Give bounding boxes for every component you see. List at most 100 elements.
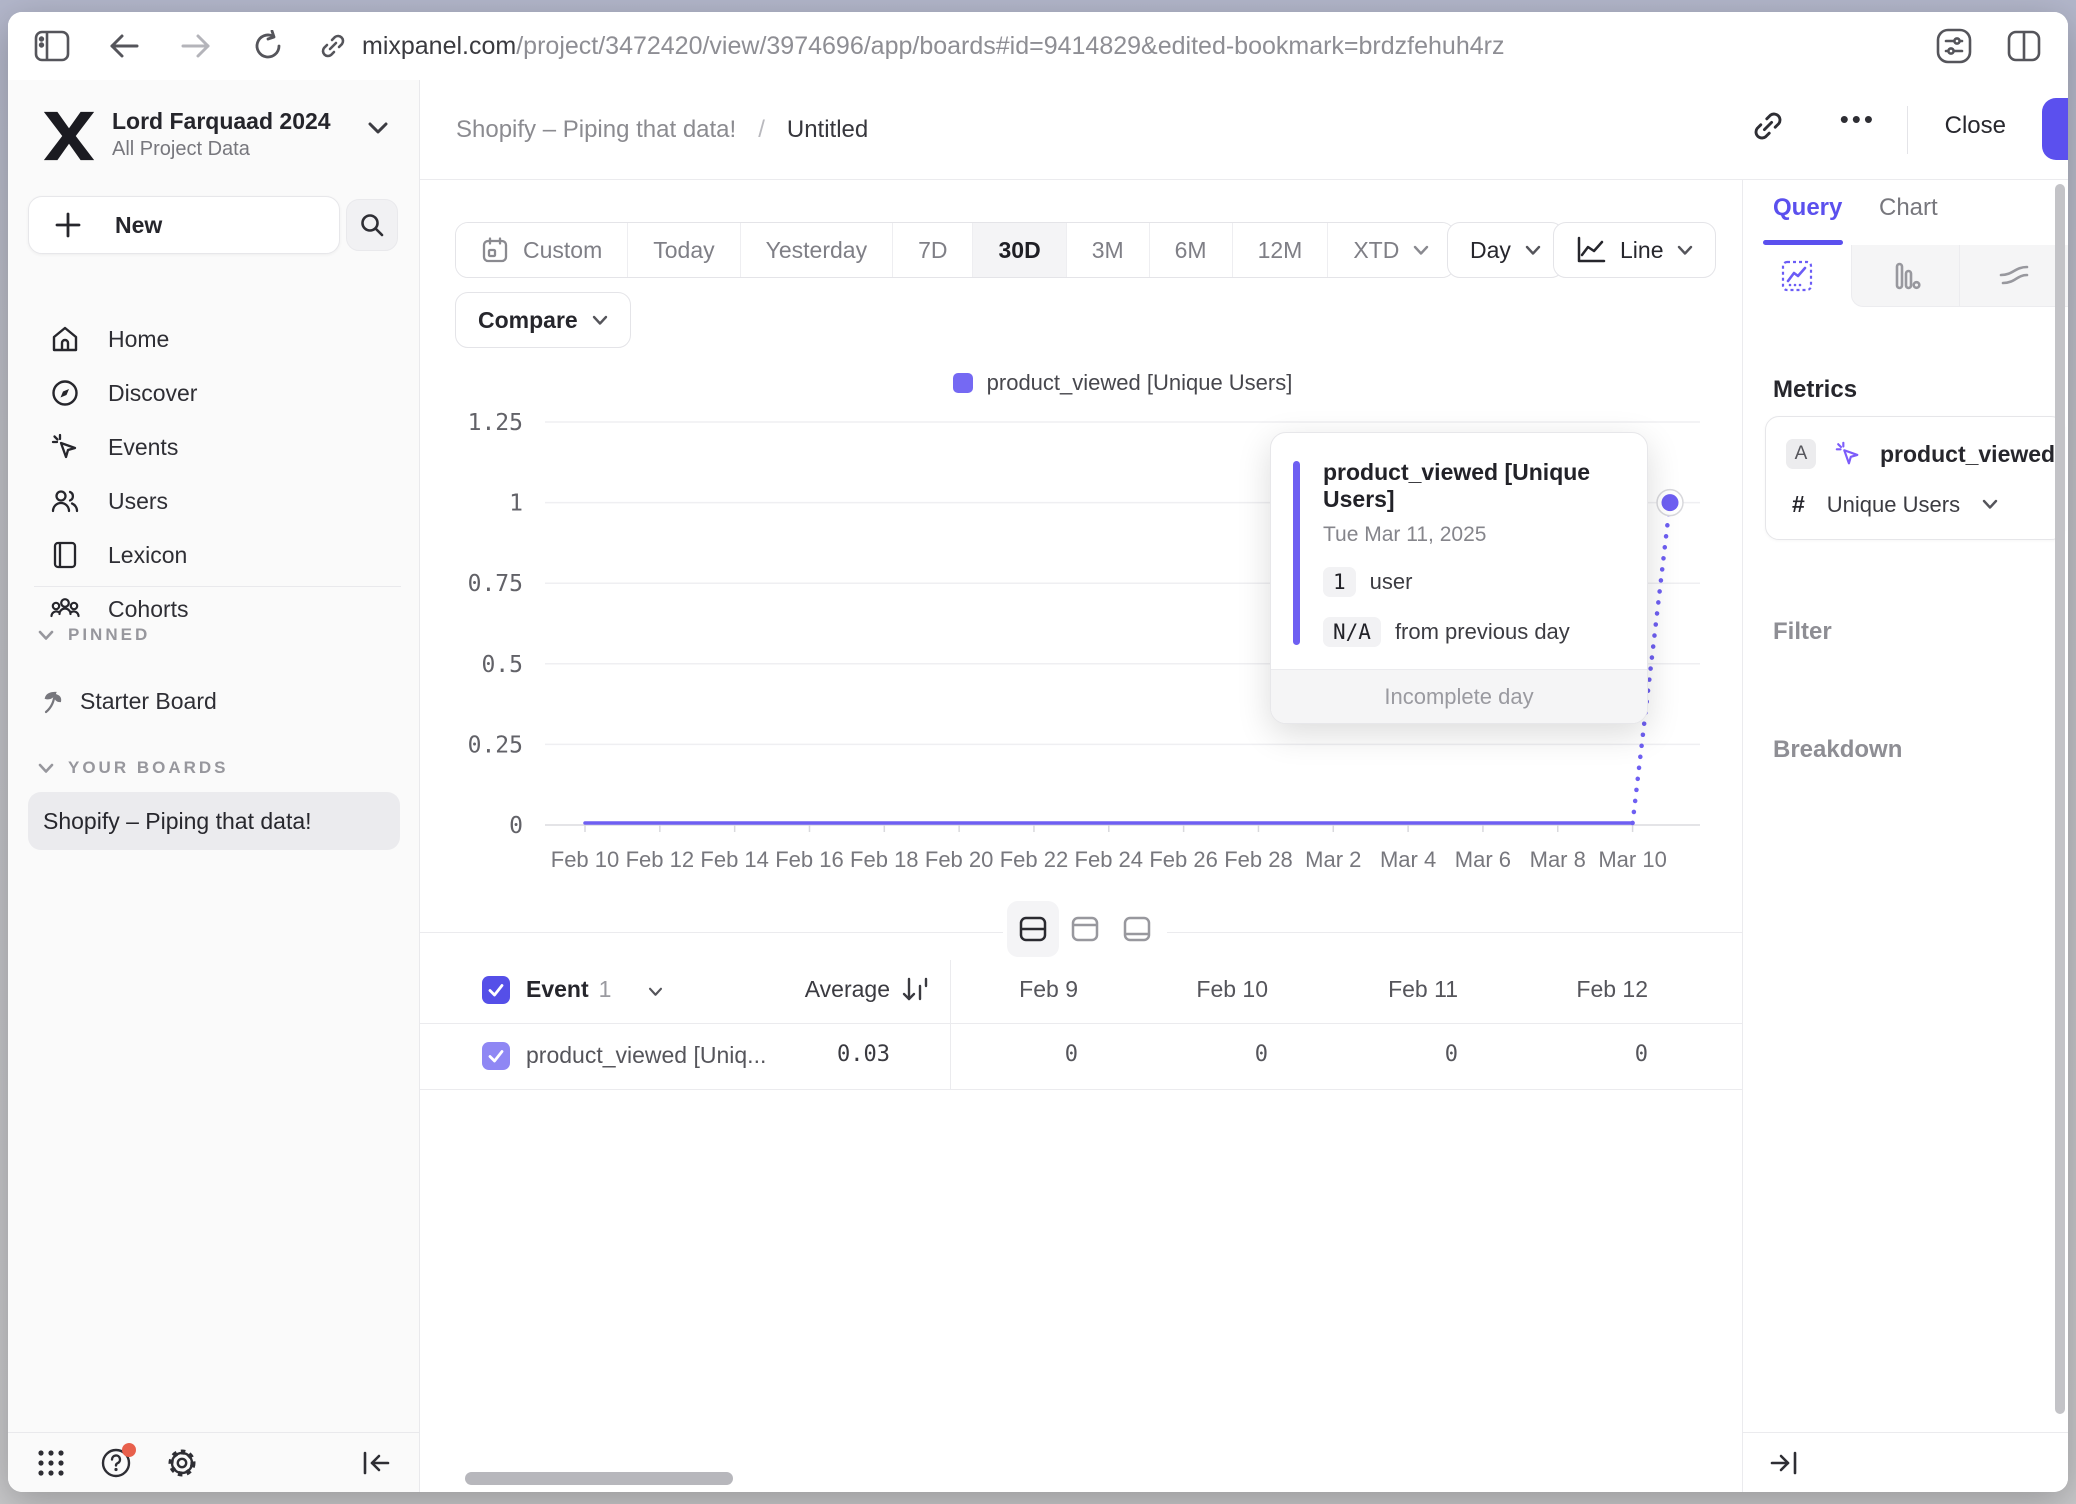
page-settings-icon [1935, 27, 1973, 65]
average-column-header[interactable]: Average [750, 976, 890, 1003]
copy-link-button[interactable] [1750, 108, 1786, 149]
link-icon [318, 31, 348, 61]
workspace-scope: All Project Data [112, 136, 331, 162]
notification-dot [122, 1443, 136, 1457]
chart-type-dropdown[interactable]: Line [1553, 222, 1716, 278]
breadcrumb-separator: / [758, 116, 765, 144]
browser-forward-button[interactable] [174, 24, 218, 68]
settings-button[interactable] [166, 1447, 198, 1479]
table-header-row: Event1 Average Feb 9 Feb 10 Feb 11 Feb 1… [420, 960, 1742, 1024]
range-yesterday[interactable]: Yesterday [741, 223, 893, 277]
range-xtd[interactable]: XTD [1328, 223, 1454, 277]
workspace-switcher[interactable]: Lord Farquaad 2024 All Project Data [40, 106, 331, 166]
chevron-down-icon [1525, 245, 1541, 256]
sidebar-item-lexicon[interactable]: Lexicon [8, 528, 419, 582]
sidebar-item-board-selected[interactable]: Shopify – Piping that data! [28, 792, 400, 850]
collapse-sidebar-button[interactable] [361, 1450, 391, 1476]
date-column-header[interactable]: Feb 11 [1330, 976, 1520, 1003]
sidebar-item-events[interactable]: Events [8, 420, 419, 474]
chevron-down-icon[interactable] [648, 984, 663, 1002]
event-column-header[interactable]: Event1 [526, 976, 611, 1003]
horizontal-scrollbar-thumb[interactable] [465, 1472, 733, 1485]
metric-card[interactable]: A product_viewed # Unique Users [1765, 416, 2065, 540]
tab-chart[interactable]: Chart [1879, 194, 1938, 222]
svg-text:0.25: 0.25 [468, 732, 523, 758]
table-row[interactable]: product_viewed [Uniq... 0.03 0 0 0 0 [420, 1024, 1742, 1090]
range-custom[interactable]: Custom [456, 223, 628, 277]
sidebar-item-starter-board[interactable]: Starter Board [38, 688, 217, 715]
save-button-clipped[interactable] [2042, 98, 2068, 160]
range-12m[interactable]: 12M [1233, 223, 1329, 277]
users-icon [50, 486, 80, 516]
range-label: Yesterday [766, 237, 867, 264]
help-button[interactable] [100, 1447, 132, 1479]
sidebar-item-home[interactable]: Home [8, 312, 419, 366]
sidebar-item-label: Users [108, 488, 168, 515]
workspace-chevron-icon[interactable] [366, 120, 390, 141]
insights-subtab[interactable] [1743, 245, 1851, 307]
breadcrumb-page[interactable]: Untitled [787, 116, 868, 144]
search-button[interactable] [346, 199, 398, 251]
legend-swatch [953, 373, 973, 393]
svg-text:Feb 12: Feb 12 [626, 847, 695, 872]
browser-reader-settings-button[interactable] [1932, 24, 1976, 68]
tab-query[interactable]: Query [1773, 194, 1842, 222]
close-button[interactable]: Close [1945, 112, 2006, 140]
filter-heading[interactable]: Filter [1773, 618, 1832, 646]
cohorts-icon [50, 594, 80, 624]
range-7d[interactable]: 7D [893, 223, 973, 277]
breakdown-heading[interactable]: Breakdown [1773, 736, 1902, 764]
select-all-checkbox[interactable] [482, 976, 510, 1004]
range-label: 6M [1175, 237, 1207, 264]
new-button[interactable]: New [28, 196, 340, 254]
layout-split-button[interactable] [1007, 901, 1059, 957]
sort-icon[interactable] [902, 976, 928, 1009]
funnels-subtab[interactable] [1851, 245, 1960, 307]
flows-subtab[interactable] [1959, 245, 2068, 307]
forward-arrow-icon [180, 32, 212, 60]
compare-dropdown[interactable]: Compare [455, 292, 631, 348]
browser-back-button[interactable] [102, 24, 146, 68]
browser-split-view-button[interactable] [2002, 24, 2046, 68]
tooltip-note: Incomplete day [1271, 669, 1647, 723]
range-label: Custom [523, 237, 602, 264]
svg-text:Mar 6: Mar 6 [1455, 847, 1511, 872]
date-column-header[interactable]: Feb 10 [1140, 976, 1330, 1003]
layout-table-focus-button[interactable] [1111, 901, 1163, 957]
chart-tooltip: product_viewed [Unique Users] Tue Mar 11… [1270, 432, 1648, 724]
chart-legend[interactable]: product_viewed [Unique Users] [545, 370, 1700, 396]
metric-aggregation[interactable]: Unique Users [1827, 492, 1960, 518]
apps-grid-button[interactable] [36, 1448, 66, 1478]
pinned-section-header[interactable]: PINNED [38, 625, 150, 645]
browser-window: mixpanel.com/project/3472420/view/397469… [8, 12, 2068, 1492]
layout-chart-focus-button[interactable] [1059, 901, 1111, 957]
range-3m[interactable]: 3M [1067, 223, 1150, 277]
plus-icon [55, 212, 81, 238]
browser-sidebar-toggle-button[interactable] [30, 24, 74, 68]
sidebar-item-discover[interactable]: Discover [8, 366, 419, 420]
svg-text:Mar 2: Mar 2 [1305, 847, 1361, 872]
granularity-dropdown[interactable]: Day [1447, 222, 1564, 278]
grid-icon [36, 1448, 66, 1478]
range-30d-selected[interactable]: 30D [973, 223, 1066, 277]
more-options-button[interactable]: ••• [1840, 104, 1876, 135]
sidebar: Lord Farquaad 2024 All Project Data New … [8, 80, 420, 1492]
row-cell-value: 0 [1520, 1042, 1710, 1067]
address-bar[interactable]: mixpanel.com/project/3472420/view/397469… [318, 31, 1912, 61]
your-boards-section-header[interactable]: YOUR BOARDS [38, 758, 229, 778]
granularity-label: Day [1470, 237, 1511, 264]
date-column-header[interactable]: Feb 12 [1520, 976, 1710, 1003]
svg-text:Mar 10: Mar 10 [1598, 847, 1666, 872]
collapse-panel-button[interactable] [1769, 1450, 1799, 1476]
breadcrumb-board[interactable]: Shopify – Piping that data! [456, 116, 736, 144]
range-today[interactable]: Today [628, 223, 740, 277]
panel-scrollbar-thumb[interactable] [2055, 184, 2065, 1414]
range-6m[interactable]: 6M [1150, 223, 1233, 277]
date-column-header[interactable]: Feb 9 [950, 976, 1140, 1003]
legend-label: product_viewed [Unique Users] [987, 370, 1293, 396]
browser-reload-button[interactable] [246, 24, 290, 68]
split-view-icon [2007, 30, 2041, 62]
row-checkbox[interactable] [482, 1042, 510, 1070]
sidebar-item-label: Starter Board [80, 688, 217, 715]
sidebar-item-users[interactable]: Users [8, 474, 419, 528]
